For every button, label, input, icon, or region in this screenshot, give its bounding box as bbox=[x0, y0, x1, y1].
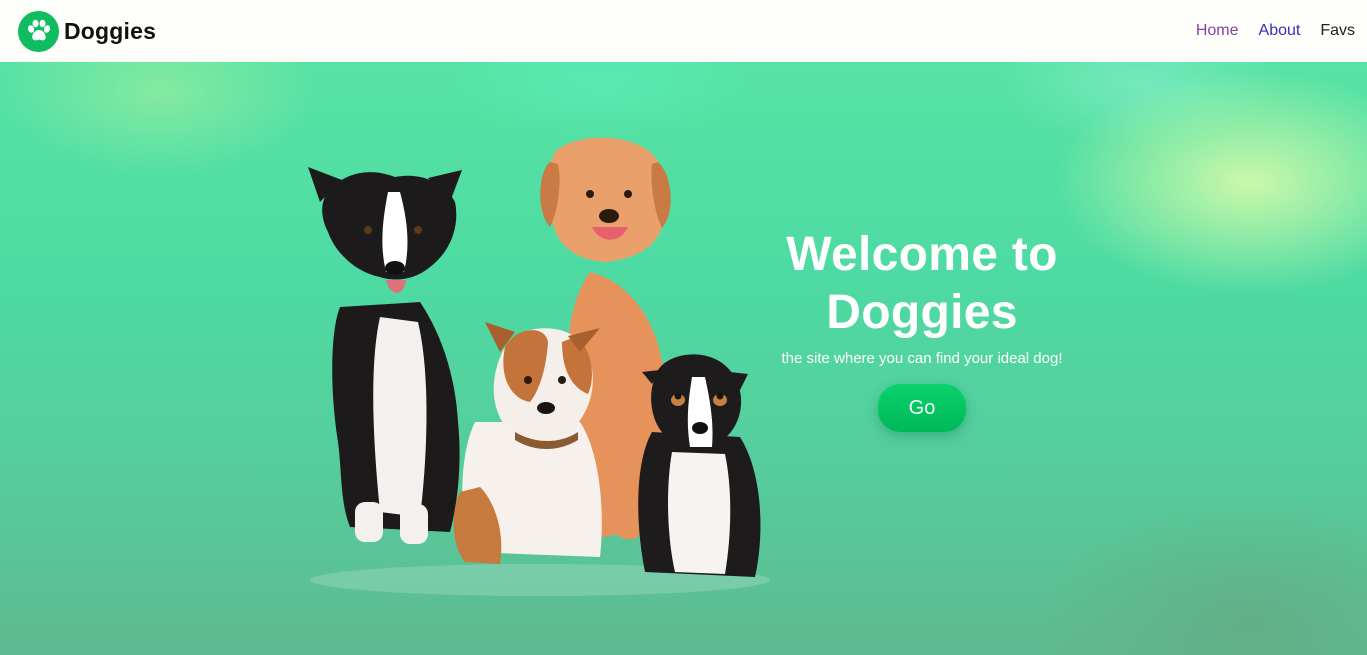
brand-link[interactable]: Doggies bbox=[18, 10, 157, 52]
border-collie-dog bbox=[308, 167, 462, 544]
hero-text: Welcome to Doggies the site where you ca… bbox=[742, 226, 1102, 432]
nav-link-favs[interactable]: Favs bbox=[1320, 22, 1355, 40]
hero-title: Welcome to Doggies bbox=[742, 226, 1102, 342]
hero-section: Welcome to Doggies the site where you ca… bbox=[0, 62, 1367, 655]
hero-title-line2: Doggies bbox=[826, 286, 1018, 339]
hero-subtitle: the site where you can find your ideal d… bbox=[781, 350, 1063, 367]
nav-link-home[interactable]: Home bbox=[1196, 22, 1239, 40]
hero-title-line1: Welcome to bbox=[786, 228, 1058, 281]
main-nav: Home About Favs bbox=[1196, 22, 1355, 40]
go-button[interactable]: Go bbox=[878, 384, 966, 432]
jack-russell-dog bbox=[453, 322, 602, 564]
brand-name: Doggies bbox=[64, 17, 157, 44]
dogs-group-photo bbox=[308, 137, 770, 596]
navbar: Doggies Home About Favs bbox=[0, 0, 1367, 62]
nav-link-about[interactable]: About bbox=[1259, 22, 1301, 40]
paw-icon bbox=[18, 10, 59, 52]
